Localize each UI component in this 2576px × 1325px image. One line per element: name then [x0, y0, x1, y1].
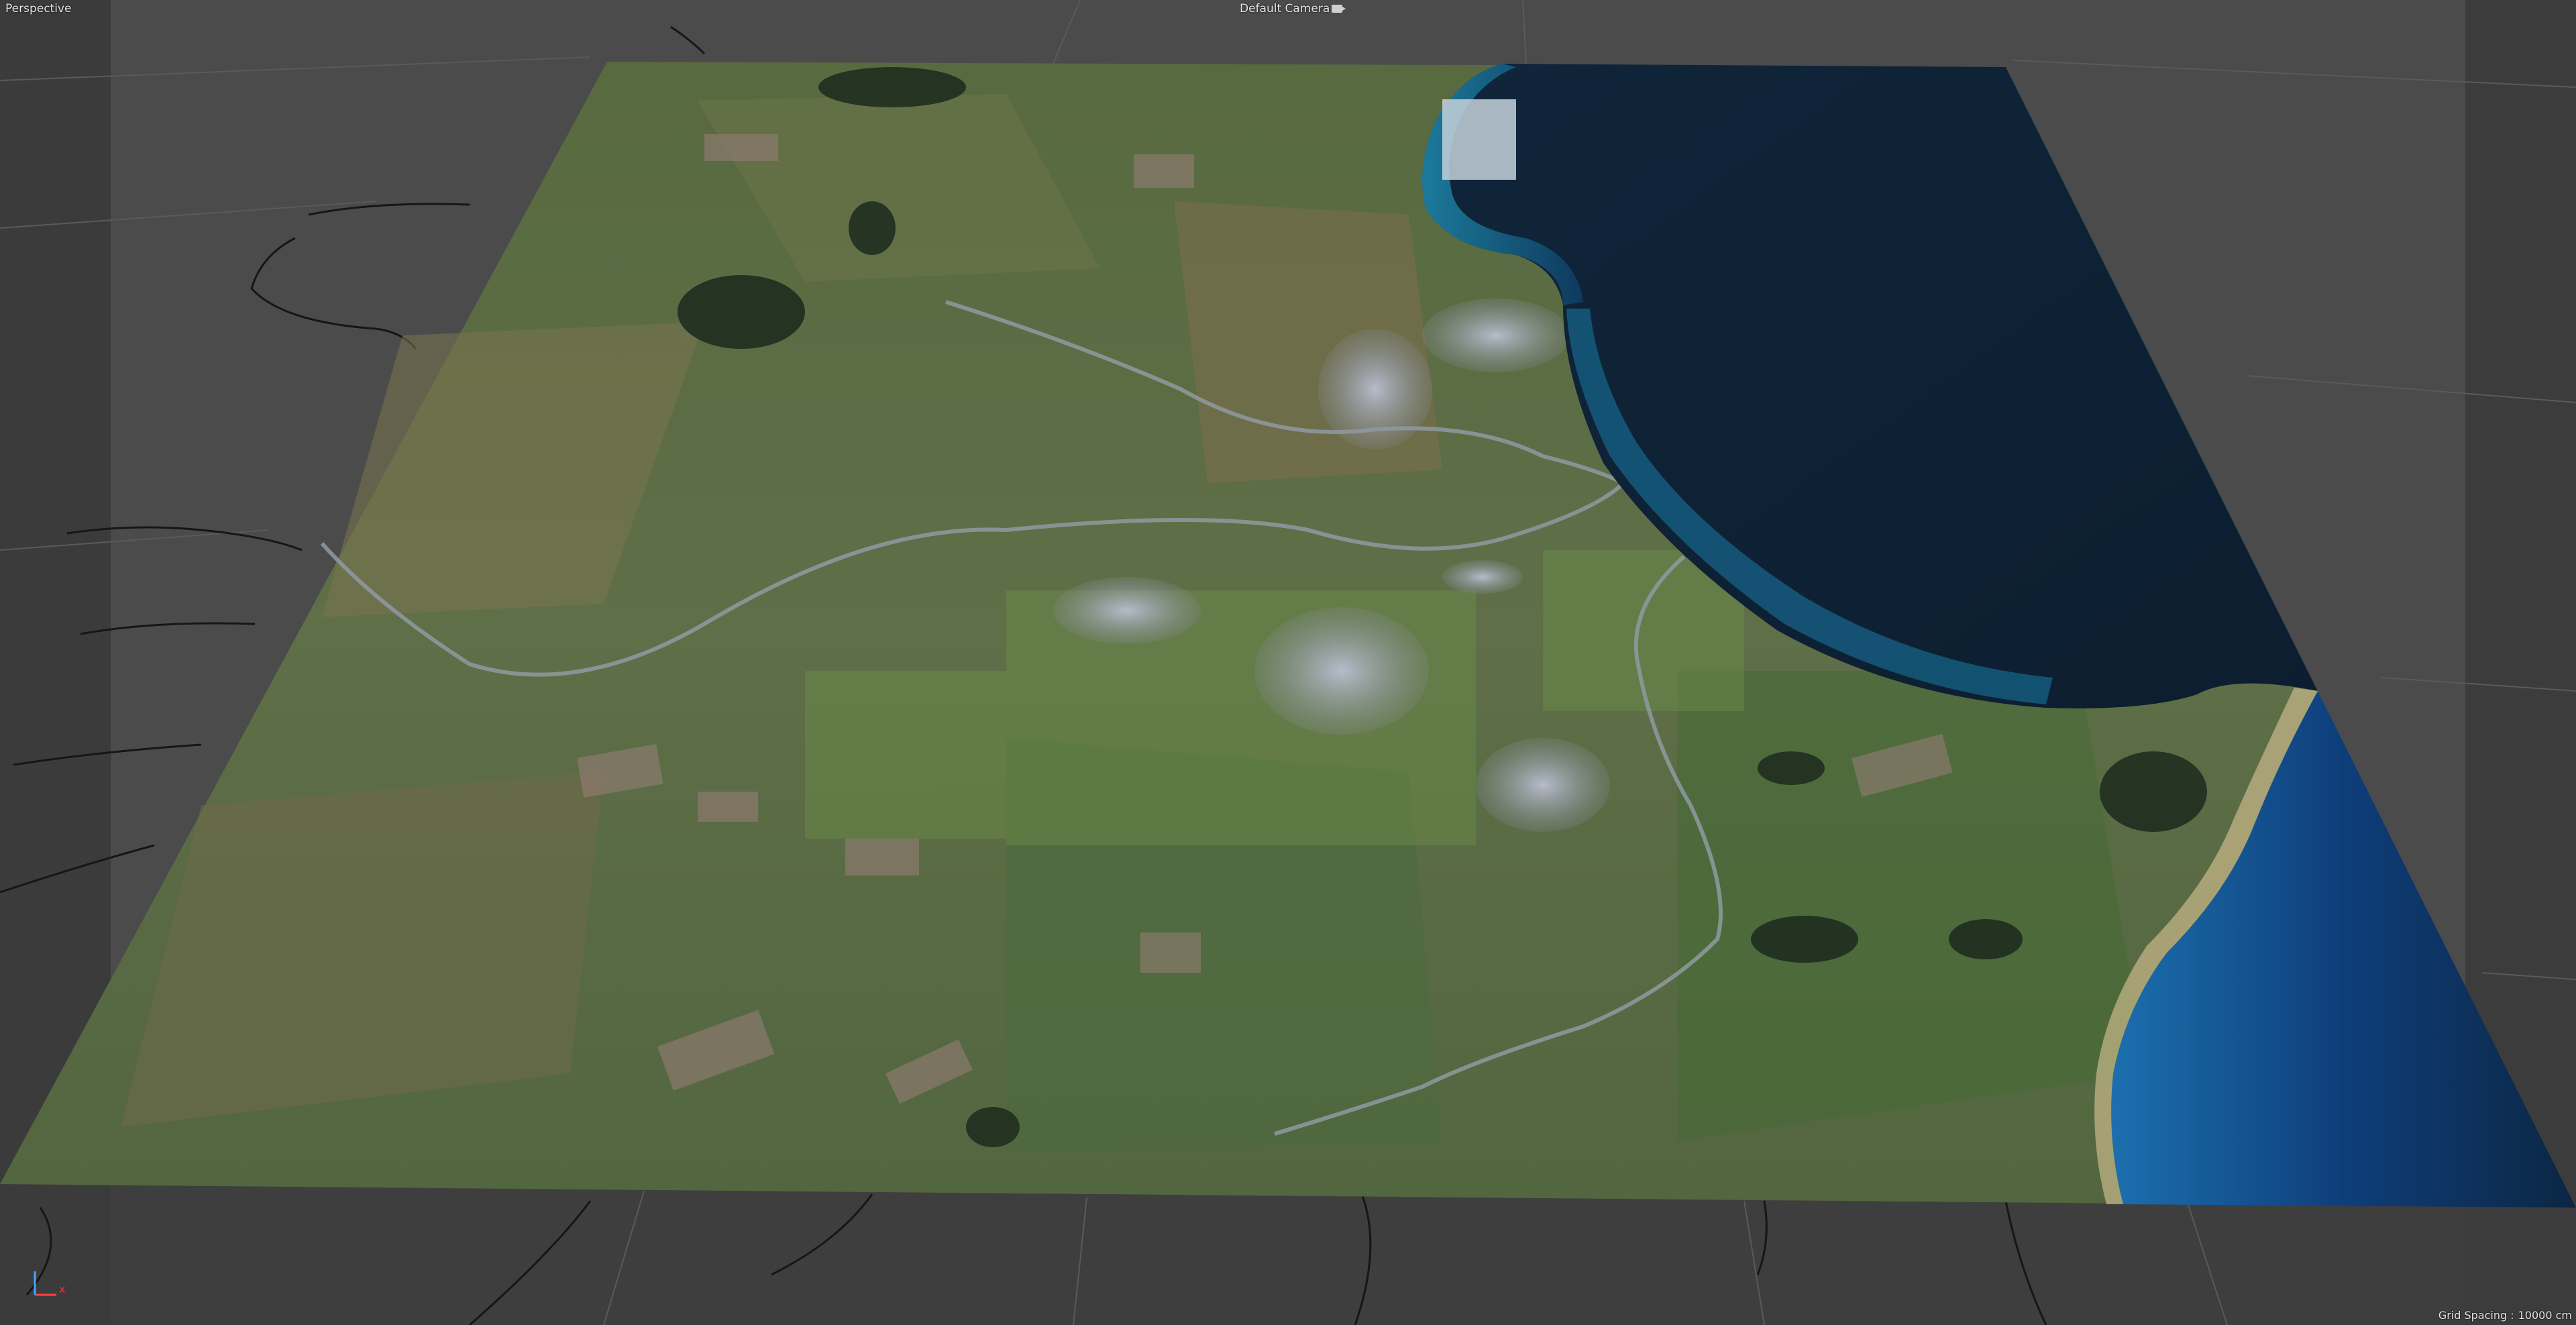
3d-viewport[interactable]: Perspective Default Camera Grid Spacing …	[0, 0, 2576, 1325]
axis-x-label: x	[59, 1283, 66, 1295]
grid-spacing-value: 10000 cm	[2518, 1309, 2572, 1322]
view-mode-label[interactable]: Perspective	[5, 2, 71, 15]
cloud-patch	[1442, 99, 1516, 180]
grid-spacing-readout: Grid Spacing : 10000 cm	[2438, 1309, 2572, 1322]
camera-selector[interactable]: Default Camera	[1240, 1, 1346, 17]
grid-spacing-label: Grid Spacing :	[2438, 1309, 2514, 1322]
camera-label[interactable]: Default Camera	[1240, 2, 1330, 15]
viewport-scene[interactable]	[0, 0, 2576, 1325]
camera-icon[interactable]	[1332, 5, 1346, 13]
